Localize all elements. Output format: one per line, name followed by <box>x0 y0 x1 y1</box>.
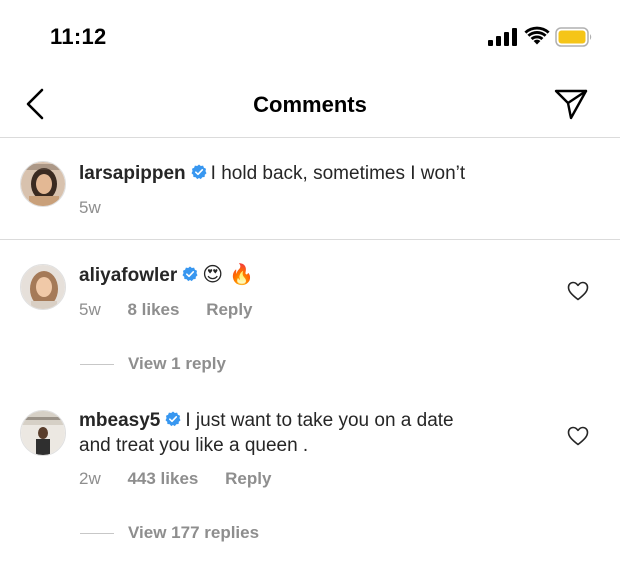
comment-age: 5w <box>79 300 101 319</box>
reply-divider <box>80 364 114 366</box>
send-icon[interactable] <box>553 86 589 122</box>
view-replies-link[interactable]: View 177 replies <box>80 523 259 543</box>
battery-icon <box>555 27 592 47</box>
caption-meta: 5w <box>79 198 123 218</box>
status-bar: 11:12 <box>0 0 620 72</box>
reply-divider <box>80 533 114 535</box>
heart-icon[interactable] <box>567 426 589 446</box>
comment-text: I just want to take you on a date <box>185 410 454 431</box>
post-caption: larsapippen I hold back, sometimes I won… <box>0 139 620 240</box>
comment-likes[interactable]: 8 likes <box>127 300 179 319</box>
avatar[interactable] <box>20 161 66 207</box>
caption-age: 5w <box>79 198 101 217</box>
view-replies-label: View 1 reply <box>128 354 226 373</box>
heart-icon[interactable] <box>567 281 589 301</box>
avatar-image <box>21 411 65 455</box>
comment-text-row: mbeasy5 I just want to take you on a dat… <box>79 408 454 433</box>
caption-username[interactable]: larsapippen <box>79 163 186 184</box>
comment-text-row: aliyafowler 😍 🔥 <box>79 262 254 288</box>
comment-age: 2w <box>79 469 101 488</box>
reply-button[interactable]: Reply <box>206 300 252 319</box>
page-title: Comments <box>253 92 367 117</box>
status-time: 11:12 <box>50 24 107 49</box>
reply-button[interactable]: Reply <box>225 469 271 488</box>
avatar-image <box>21 265 65 309</box>
comment-meta: 2w 443 likes Reply <box>79 469 293 489</box>
comment-text: 😍 🔥 <box>202 262 255 286</box>
comment-username[interactable]: aliyafowler <box>79 265 177 286</box>
verified-badge-icon <box>182 266 198 282</box>
view-replies-label: View 177 replies <box>128 523 260 542</box>
caption-text: I hold back, sometimes I won’t <box>210 163 466 184</box>
comment-username[interactable]: mbeasy5 <box>79 410 160 431</box>
comment-likes[interactable]: 443 likes <box>127 469 198 488</box>
comment-text: and treat you like a queen . <box>79 435 309 456</box>
view-replies-link[interactable]: View 1 reply <box>80 354 226 374</box>
avatar-image <box>21 162 65 206</box>
avatar[interactable] <box>20 410 66 456</box>
verified-badge-icon <box>191 164 207 180</box>
comment-meta: 5w 8 likes Reply <box>79 300 275 320</box>
nav-bar: Comments <box>0 72 620 138</box>
avatar[interactable] <box>20 264 66 310</box>
comment-text-row-2: and treat you like a queen . <box>79 433 308 458</box>
wifi-icon <box>524 26 550 45</box>
caption-text-row: larsapippen I hold back, sometimes I won… <box>79 161 465 186</box>
verified-badge-icon <box>165 411 181 427</box>
signal-icon <box>488 28 517 46</box>
